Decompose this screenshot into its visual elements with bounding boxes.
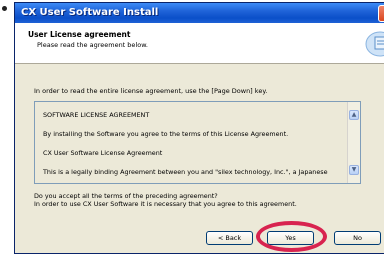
- installer-graphic-icon: [365, 31, 384, 57]
- license-line: This is a legally binding Agreement betw…: [43, 168, 328, 176]
- page-down-instruction: In order to read the entire license agre…: [34, 87, 268, 95]
- acceptance-question-line2: In order to use CX User Software it is n…: [34, 200, 297, 208]
- scroll-down-arrow-icon[interactable]: ▼: [349, 165, 359, 175]
- acceptance-question-line1: Do you accept all the terms of the prece…: [34, 192, 218, 200]
- window-title: CX User Software Install: [21, 7, 159, 18]
- close-button[interactable]: [378, 5, 384, 22]
- title-bar[interactable]: CX User Software Install: [15, 3, 384, 23]
- header-title: User License agreement: [28, 30, 131, 39]
- license-scrollbar[interactable]: ▲ ▼: [347, 102, 360, 183]
- license-text-box[interactable]: SOFTWARE LICENSE AGREEMENT By installing…: [34, 101, 361, 184]
- back-button[interactable]: < Back: [206, 231, 253, 245]
- dialog-header: User License agreement Please read the a…: [15, 23, 384, 64]
- acceptance-question: Do you accept all the terms of the prece…: [34, 192, 297, 208]
- license-line: SOFTWARE LICENSE AGREEMENT: [43, 111, 150, 119]
- no-button[interactable]: No: [334, 231, 381, 245]
- highlight-ring: [256, 221, 327, 252]
- license-line: CX User Software License Agreement: [43, 149, 163, 157]
- header-subtitle: Please read the agreement below.: [37, 41, 148, 49]
- scroll-up-arrow-icon[interactable]: ▲: [349, 110, 359, 120]
- bullet-point: [2, 6, 7, 11]
- license-line: By installing the Software you agree to …: [43, 130, 289, 138]
